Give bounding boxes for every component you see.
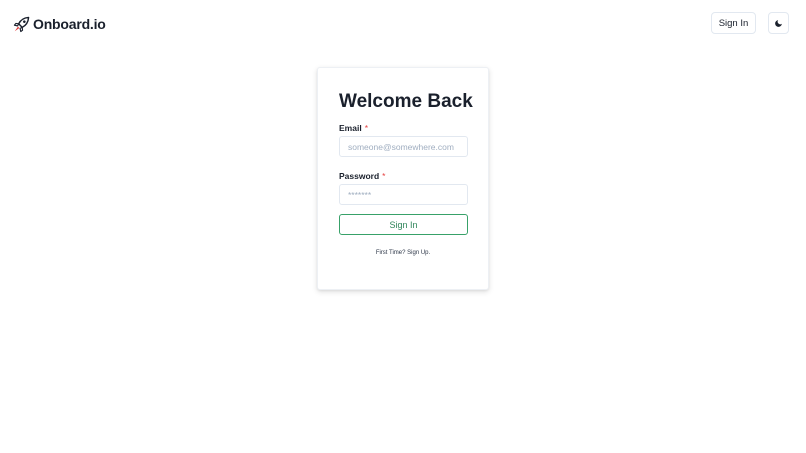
password-field[interactable] [339,184,468,205]
theme-toggle-button[interactable] [768,12,789,34]
email-field[interactable] [339,136,468,157]
signup-link[interactable]: Sign Up. [407,250,430,256]
rocket-icon [13,16,30,32]
required-mark: * [382,171,386,181]
email-label: Email * [339,123,368,134]
signup-prompt: First Time? Sign Up. [318,250,488,256]
password-label: Password * [339,171,385,182]
brand-logo-link[interactable]: Onboard.io [13,14,106,34]
signin-submit-button[interactable]: Sign In [339,214,468,235]
password-label-text: Password [339,171,380,181]
required-mark: * [364,123,368,133]
email-label-text: Email [339,123,362,133]
login-card: Welcome Back Email* Password* Sign In Fi… [317,67,489,290]
page-title: Welcome Back [339,91,473,112]
top-navbar: Onboard.io Sign In [0,0,806,46]
signup-prompt-text: First Time? [375,250,406,256]
moon-icon [775,19,782,27]
brand-name: Onboard.io [33,16,106,32]
nav-signin-button[interactable]: Sign In [711,12,756,34]
